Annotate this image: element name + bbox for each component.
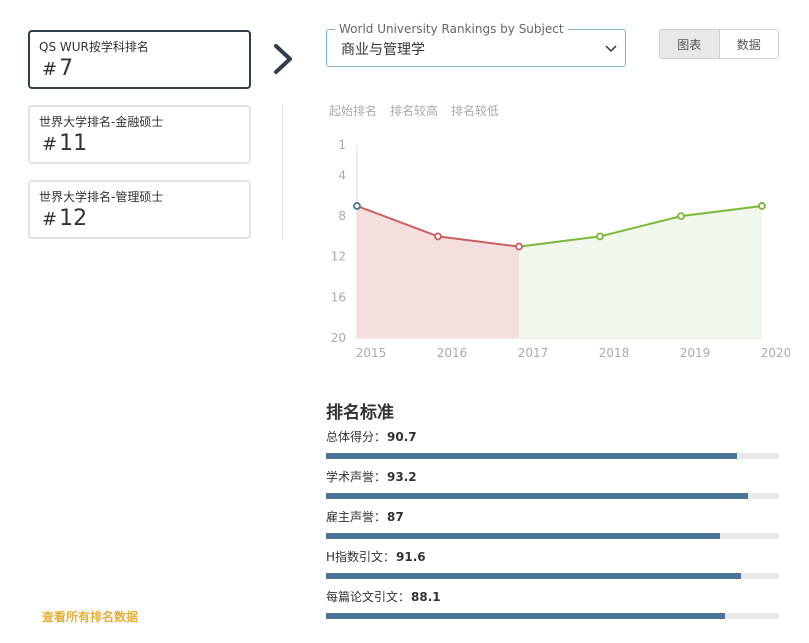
data-view-button[interactable]: 数据 [719, 30, 778, 58]
data-point [677, 212, 685, 221]
chevron-down-icon [605, 45, 617, 53]
x-tick-label: 2017 [518, 346, 549, 360]
criterion-value: 90.7 [387, 430, 417, 444]
subject-select[interactable]: World University Rankings by Subject 商业与… [326, 21, 626, 67]
criterion-label: 学术声誉：93.2 [326, 470, 417, 484]
chevron-right-icon [274, 44, 292, 74]
ranking-card-finance-master[interactable]: 世界大学排名-金融硕士 #11 [28, 105, 251, 164]
x-tick-label: 2015 [356, 346, 387, 360]
divider [282, 104, 283, 240]
y-tick-label: 4 [338, 168, 346, 182]
criterion-bar-fill [326, 453, 737, 459]
criterion-bar-track [326, 573, 779, 579]
data-point [353, 202, 361, 210]
view-all-rankings-link[interactable]: 查看所有排名数据 [42, 608, 138, 625]
criterion-bar-track [326, 533, 779, 539]
rank-history-chart: 1 4 8 12 16 20 2015 2016 2017 2018 2019 2020 [331, 138, 790, 360]
criteria-title: 排名标准 [326, 403, 394, 423]
tab-start-rank[interactable]: 起始排名 [329, 102, 377, 119]
y-tick-label: 12 [331, 250, 346, 264]
select-value: 商业与管理学 [341, 42, 425, 58]
tab-higher-rank[interactable]: 排名较高 [390, 102, 438, 119]
criterion-value: 87 [387, 510, 404, 524]
criterion-row: 总体得分：90.7 [326, 430, 779, 459]
card-rank: #7 [42, 56, 74, 81]
x-tick-label: 2020 [761, 346, 790, 360]
criterion-label: H指数引文：91.6 [326, 550, 426, 564]
ranking-card-subject[interactable]: QS WUR按学科排名 #7 [28, 30, 251, 89]
card-rank: #11 [42, 131, 88, 156]
y-tick-label: 8 [338, 209, 346, 223]
criterion-value: 93.2 [387, 470, 417, 484]
criterion-value: 88.1 [411, 590, 441, 604]
criterion-label: 总体得分：90.7 [326, 430, 417, 444]
decline-area [357, 205, 519, 338]
data-point [758, 202, 766, 210]
criterion-bar-fill [326, 533, 721, 539]
criterion-row: 学术声誉：93.2 [326, 470, 779, 499]
data-point [434, 232, 442, 241]
x-tick-label: 2018 [599, 346, 630, 360]
criterion-bar-track [326, 493, 779, 499]
tab-lower-rank[interactable]: 排名较低 [451, 102, 499, 119]
chart-view-button[interactable]: 图表 [660, 30, 720, 58]
y-tick-label: 20 [331, 331, 346, 345]
criterion-value: 91.6 [396, 550, 426, 564]
criterion-bar-fill [326, 493, 749, 499]
criterion-bar-fill [326, 573, 741, 579]
criterion-label: 雇主声誉：87 [326, 510, 404, 524]
y-tick-label: 1 [338, 138, 346, 152]
card-title: 世界大学排名-管理硕士 [39, 190, 164, 204]
card-rank: #12 [42, 206, 88, 231]
data-point [515, 242, 523, 251]
data-point [596, 232, 604, 241]
card-title: 世界大学排名-金融硕士 [39, 115, 164, 129]
chart-filter-tabs: 起始排名 排名较高 排名较低 [329, 102, 499, 119]
criterion-label: 每篇论文引文：88.1 [326, 590, 441, 604]
x-tick-label: 2016 [437, 346, 468, 360]
view-toggle: 图表 数据 [659, 29, 779, 59]
criterion-bar-track [326, 613, 779, 619]
card-title: QS WUR按学科排名 [39, 40, 149, 54]
ranking-card-management-master[interactable]: 世界大学排名-管理硕士 #12 [28, 180, 251, 239]
criterion-bar-fill [326, 613, 726, 619]
criterion-bar-track [326, 453, 779, 459]
criterion-row: 雇主声誉：87 [326, 510, 779, 539]
criterion-row: H指数引文：91.6 [326, 550, 779, 579]
y-tick-label: 16 [331, 290, 346, 304]
criterion-row: 每篇论文引文：88.1 [326, 590, 779, 619]
x-tick-label: 2019 [680, 346, 711, 360]
select-legend: World University Rankings by Subject [335, 21, 568, 37]
